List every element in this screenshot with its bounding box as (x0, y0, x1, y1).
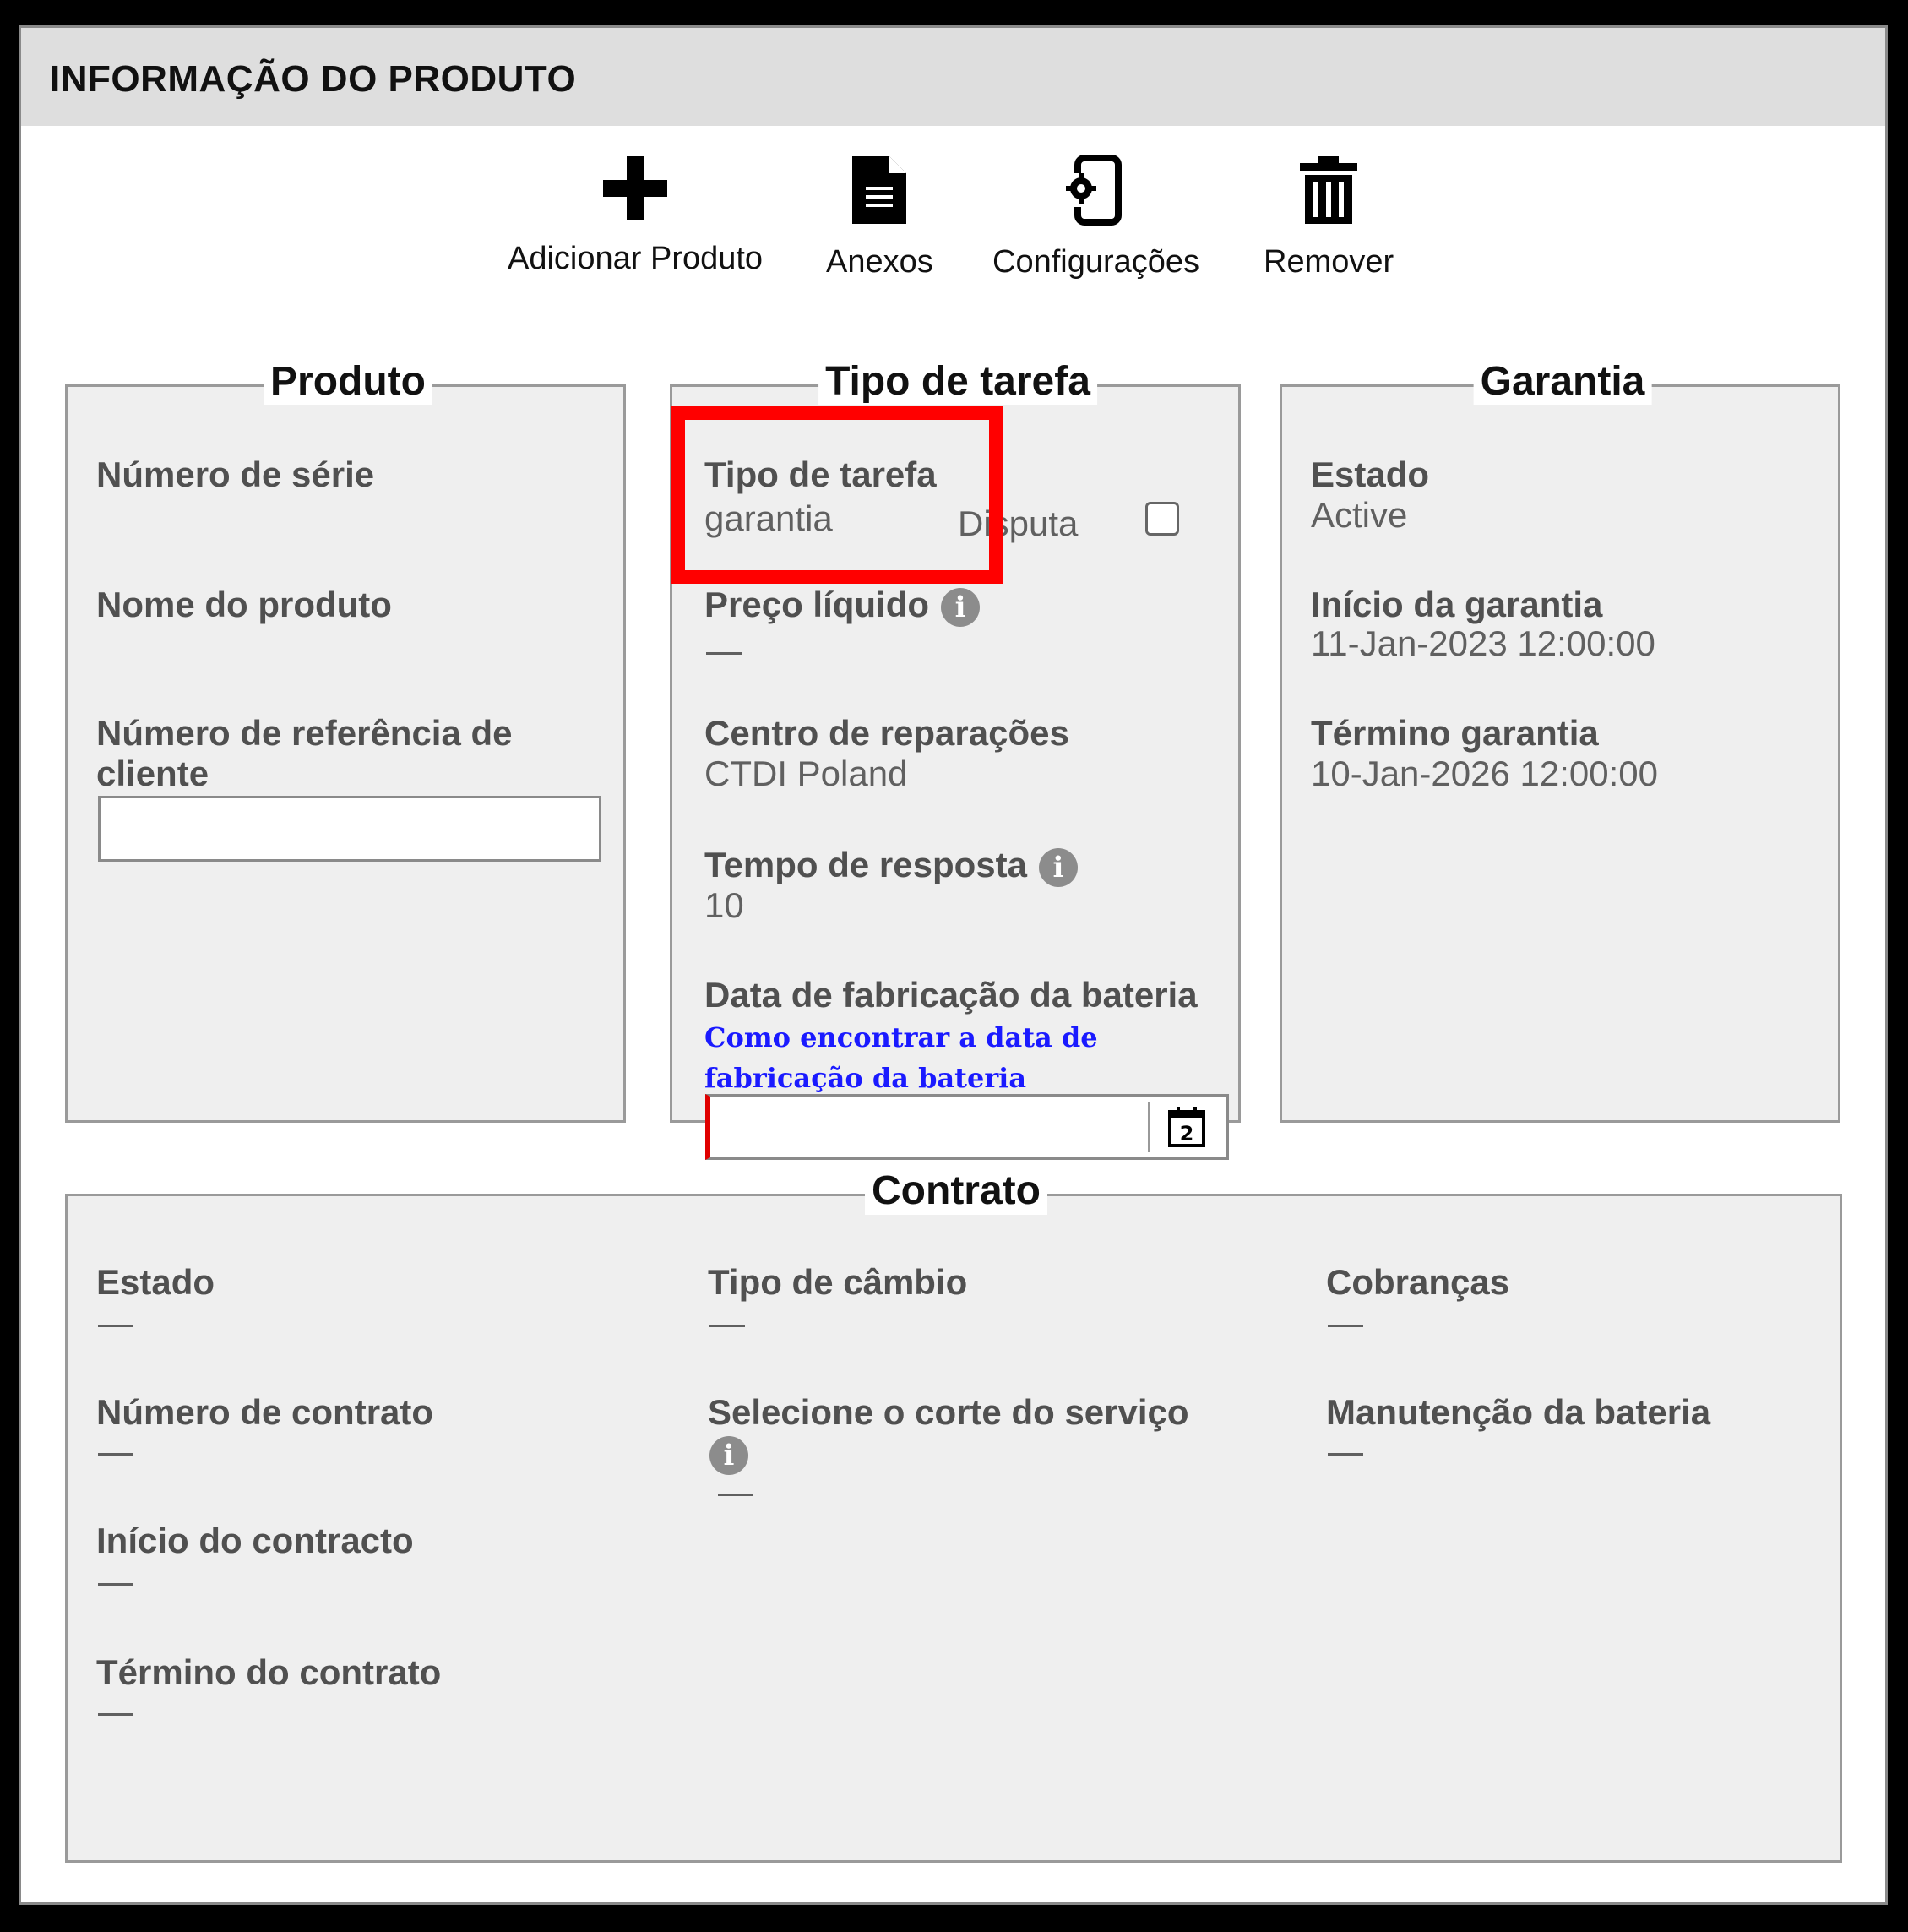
warranty-state-value: Active (1311, 495, 1408, 535)
product-info-panel: INFORMAÇÃO DO PRODUTO Adicionar Produto … (19, 25, 1888, 1905)
battery-date-label: Data de fabricação da bateria (704, 975, 1198, 1015)
contract-state-label: Estado (96, 1262, 215, 1302)
warranty-end-value: 10-Jan-2026 12:00:00 (1311, 754, 1658, 793)
contract-start-empty-dash (98, 1583, 133, 1586)
response-time-value: 10 (704, 885, 744, 925)
repair-center-label: Centro de reparações (704, 713, 1069, 753)
info-icon[interactable]: i (709, 1436, 748, 1475)
attachments-button[interactable]: Anexos (826, 155, 933, 280)
exchange-type-empty-dash (709, 1325, 745, 1327)
info-icon[interactable]: i (941, 587, 981, 627)
customer-ref-label: Número de referência de (96, 713, 513, 753)
charges-empty-dash (1328, 1325, 1363, 1327)
attachments-label: Anexos (826, 244, 933, 280)
charges-label: Cobranças (1326, 1262, 1510, 1302)
warranty-start-value: 11-Jan-2023 12:00:00 (1311, 623, 1655, 663)
warranty-start-label: Início da garantia (1311, 585, 1603, 624)
net-price-label: Preço líquido i (704, 585, 981, 627)
highlight-box (671, 406, 1003, 584)
product-name-label: Nome do produto (96, 585, 392, 624)
service-cut-empty-dash (718, 1494, 753, 1496)
garantia-legend: Garantia (1473, 358, 1652, 405)
contract-state-empty-dash (98, 1325, 133, 1327)
response-time-label: Tempo de resposta i (704, 845, 1078, 887)
net-price-empty-dash (706, 652, 742, 655)
dispute-checkbox[interactable] (1145, 502, 1179, 536)
garantia-fieldset: Garantia Estado Active Início da garanti… (1280, 358, 1840, 1123)
document-icon (852, 156, 907, 224)
exchange-type-label: Tipo de câmbio (708, 1262, 968, 1302)
contract-start-label: Início do contracto (96, 1521, 414, 1560)
section-header: INFORMAÇÃO DO PRODUTO (21, 28, 1885, 126)
service-cut-label: Selecione o corte do serviço (708, 1392, 1189, 1432)
contract-number-label: Número de contrato (96, 1392, 434, 1432)
battery-date-help-link[interactable]: Como encontrar a data de fabricação da b… (704, 1017, 1245, 1098)
produto-fieldset: Produto Número de série Nome do produto … (65, 358, 626, 1123)
serial-number-label: Número de série (96, 454, 375, 494)
contract-end-label: Término do contrato (96, 1652, 442, 1692)
settings-button[interactable]: Configurações (992, 155, 1199, 280)
device-gear-icon (1063, 155, 1122, 226)
remove-label: Remover (1264, 244, 1394, 280)
tipo-tarefa-legend: Tipo de tarefa (818, 358, 1097, 405)
contract-number-empty-dash (98, 1453, 133, 1456)
add-product-label: Adicionar Produto (508, 241, 764, 276)
contrato-fieldset: Contrato Estado Número de contrato Iníci… (65, 1167, 1842, 1863)
add-product-button[interactable]: Adicionar Produto (508, 155, 763, 277)
remove-button[interactable]: Remover (1264, 155, 1394, 280)
svg-text:2: 2 (1180, 1122, 1194, 1146)
warranty-state-label: Estado (1311, 454, 1430, 494)
calendar-separator (1148, 1102, 1150, 1152)
section-title: INFORMAÇÃO DO PRODUTO (50, 58, 577, 100)
warranty-end-label: Término garantia (1311, 713, 1599, 753)
battery-date-input[interactable]: 2 (705, 1094, 1229, 1160)
battery-maintenance-empty-dash (1328, 1453, 1363, 1456)
info-icon[interactable]: i (1038, 847, 1078, 887)
settings-label: Configurações (992, 244, 1200, 280)
plus-icon (603, 156, 668, 220)
calendar-icon[interactable]: 2 (1166, 1105, 1207, 1147)
repair-center-value: CTDI Poland (704, 754, 908, 793)
trash-icon (1300, 156, 1358, 224)
customer-ref-input[interactable] (98, 796, 601, 862)
battery-maintenance-label: Manutenção da bateria (1326, 1392, 1711, 1432)
customer-ref-label-cont: cliente (96, 754, 209, 793)
contrato-legend: Contrato (865, 1167, 1047, 1215)
contract-end-empty-dash (98, 1713, 133, 1716)
produto-legend: Produto (264, 358, 432, 405)
